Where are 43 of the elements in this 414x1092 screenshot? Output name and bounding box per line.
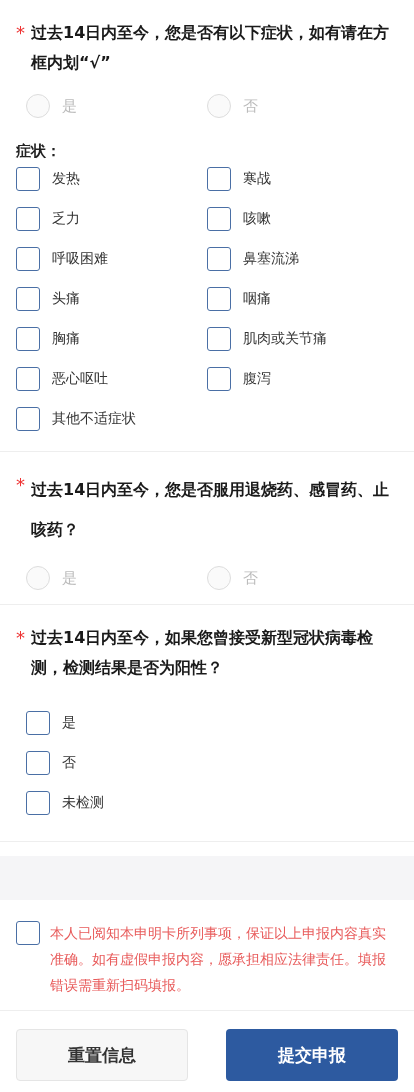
required-asterisk: *: [16, 626, 25, 650]
checkbox[interactable]: [16, 287, 40, 311]
symptoms-label: 症状：: [16, 142, 61, 161]
checkbox-label: 寒战: [243, 170, 271, 188]
checkbox-label: 头痛: [52, 290, 80, 308]
checkbox[interactable]: [16, 207, 40, 231]
checkbox-label: 否: [62, 754, 76, 772]
submit-button[interactable]: 提交申报: [226, 1029, 398, 1081]
checkbox[interactable]: [16, 247, 40, 271]
checkbox-label: 鼻塞流涕: [243, 250, 299, 268]
checkbox-label: 咽痛: [243, 290, 271, 308]
checkbox[interactable]: [16, 327, 40, 351]
checkbox[interactable]: [26, 751, 50, 775]
checkbox[interactable]: [26, 791, 50, 815]
checkbox[interactable]: [207, 247, 231, 271]
required-asterisk: *: [16, 21, 25, 45]
checkbox[interactable]: [16, 407, 40, 431]
checkbox-label: 呼吸困难: [52, 250, 108, 268]
checkbox[interactable]: [16, 921, 40, 945]
checkbox[interactable]: [207, 207, 231, 231]
question-text: 过去14日内至今，如果您曾接受新型冠状病毒检测，检测结果是否为阳性？: [31, 627, 375, 679]
checkbox[interactable]: [207, 367, 231, 391]
checkbox-label: 其他不适症状: [52, 410, 136, 428]
checkbox[interactable]: [16, 167, 40, 191]
checkbox[interactable]: [207, 287, 231, 311]
checkbox-label: 肌肉或关节痛: [243, 330, 327, 348]
declaration-text: 本人已阅知本申明卡所列事项，保证以上申报内容真实准确。如有虚假申报内容，愿承担相应法律责任。填报错误需重新扫码填报。: [50, 924, 387, 995]
checkbox-label: 恶心呕吐: [52, 370, 108, 388]
checkbox[interactable]: [16, 367, 40, 391]
checkbox-label: 发热: [52, 170, 80, 188]
checkbox-label: 腹泻: [243, 370, 271, 388]
reset-button[interactable]: 重置信息: [16, 1029, 188, 1081]
checkbox-label: 胸痛: [52, 330, 80, 348]
checkbox[interactable]: [207, 327, 231, 351]
checkbox-label: 是: [62, 714, 76, 732]
checkbox[interactable]: [207, 167, 231, 191]
question-text: 过去14日内至今，您是否有以下症状，如有请在方框内划“√”: [31, 22, 391, 74]
required-asterisk: *: [16, 473, 25, 497]
checkbox-label: 乏力: [52, 210, 80, 228]
question-text: 过去14日内至今，您是否服用退烧药、感冒药、止咳药？: [31, 479, 391, 541]
checkbox-label: 未检测: [62, 794, 104, 812]
checkbox-label: 咳嗽: [243, 210, 271, 228]
checkbox[interactable]: [26, 711, 50, 735]
